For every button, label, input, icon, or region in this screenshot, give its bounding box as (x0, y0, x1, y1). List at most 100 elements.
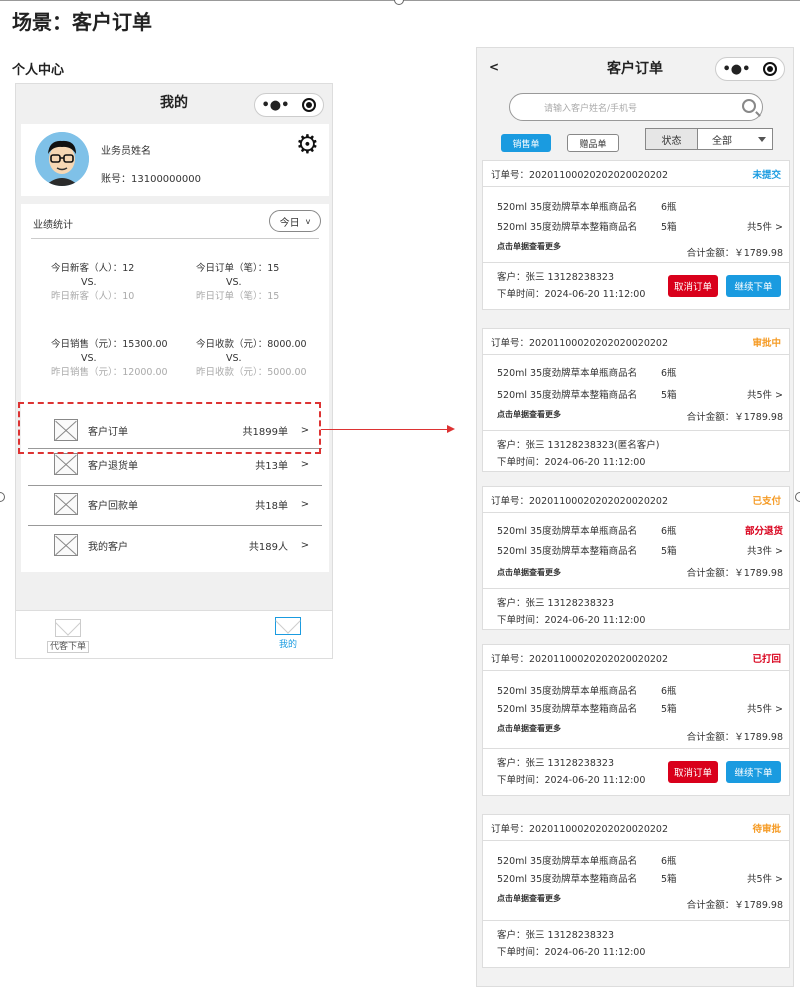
envelope-icon (55, 619, 81, 637)
order-footer: 客户：张三 13128238323 下单时间：2024-06-20 11:12:… (483, 921, 789, 967)
view-more-link[interactable]: 点击单据查看更多 (497, 409, 561, 420)
tab-sales-orders[interactable]: 销售单 (501, 134, 551, 152)
order-time: 下单时间：2024-06-20 11:12:00 (497, 775, 646, 786)
item-name: 520ml 35度劲牌草本整箱商品名 (497, 222, 638, 233)
scene-title: 场景：客户订单 (12, 10, 152, 34)
tab-mine[interactable]: 我的 (270, 617, 306, 650)
search-icon[interactable] (742, 99, 756, 113)
tab-gift-orders[interactable]: 赠品单 (567, 134, 619, 152)
item-total[interactable]: 共5件 > (747, 219, 783, 233)
item-total[interactable]: 共3件 > (747, 543, 783, 557)
order-customer: 客户：张三 13128238323 (497, 758, 615, 769)
order-customer: 客户：张三 13128238323 (497, 930, 615, 941)
cancel-order-button[interactable]: 取消订单 (668, 761, 718, 783)
order-time: 下单时间：2024-06-20 11:12:00 (497, 289, 646, 300)
sub-status-badge: 部分退货 (744, 526, 783, 537)
order-time: 下单时间：2024-06-20 11:12:00 (497, 947, 646, 958)
order-footer: 客户：张三 13128238323 下单时间：2024-06-20 11:12:… (483, 589, 789, 635)
section-label: 个人中心 (12, 63, 65, 78)
item-name: 520ml 35度劲牌草本整箱商品名 (497, 704, 638, 715)
order-sum: 合计金额：￥1789.98 (686, 900, 783, 911)
order-card[interactable]: 订单号：20201100020202020020202 审批中 520ml 35… (482, 328, 790, 472)
range-dropdown[interactable]: 今日 v (269, 210, 321, 232)
order-card[interactable]: 订单号：20201100020202020020202 已支付 520ml 35… (482, 486, 790, 630)
image-placeholder-icon (54, 493, 78, 515)
menu-my-customers[interactable]: 我的客户 共189人 > (26, 525, 322, 565)
avatar (35, 132, 89, 186)
item-name: 520ml 35度劲牌草本单瓶商品名 (497, 368, 638, 379)
profile-screen: 我的 •●• 业务员姓名 账号：13100000000 ⚙ 业绩统计 今日 v … (15, 83, 333, 659)
item-qty: 6瓶 (661, 686, 677, 697)
continue-order-button[interactable]: 继续下单 (726, 275, 781, 297)
order-footer: 客户：张三 13128238323(匿名客户) 下单时间：2024-06-20 … (483, 431, 789, 477)
mini-program-capsule[interactable]: •●• (254, 93, 324, 117)
menu-label: 客户退货单 (88, 460, 138, 472)
menu-count: 共189人 (248, 541, 288, 553)
order-time: 下单时间：2024-06-20 11:12:00 (497, 457, 646, 468)
flow-arrow-head (447, 425, 455, 433)
menu-count: 共18单 (255, 500, 288, 512)
cancel-order-button[interactable]: 取消订单 (668, 275, 718, 297)
item-qty: 6瓶 (661, 526, 677, 537)
continue-order-button[interactable]: 继续下单 (726, 761, 781, 783)
menu-label: 我的客户 (88, 541, 128, 553)
order-card[interactable]: 订单号：20201100020202020020202 待审批 520ml 35… (482, 814, 790, 968)
status-badge: 已打回 (752, 653, 781, 665)
order-items: 520ml 35度劲牌草本单瓶商品名 6瓶 520ml 35度劲牌草本整箱商品名… (483, 187, 789, 263)
stat-yesterday: 昨日新客（人）：10 (51, 291, 135, 302)
search-input[interactable]: 请输入客户姓名/手机号 (509, 93, 763, 121)
item-name: 520ml 35度劲牌草本单瓶商品名 (497, 526, 638, 537)
order-header: 订单号：20201100020202020020202 已支付 (483, 487, 789, 513)
handle-dot (795, 492, 800, 502)
stat-yesterday: 昨日销售（元）：12000.00 (51, 367, 168, 378)
stat-vs: VS. (226, 353, 242, 364)
filter-select[interactable]: 全部 (698, 129, 772, 149)
close-circle-icon[interactable] (302, 98, 317, 112)
view-more-link[interactable]: 点击单据查看更多 (497, 723, 561, 734)
order-items: 520ml 35度劲牌草本单瓶商品名 6瓶 520ml 35度劲牌草本整箱商品名… (483, 841, 789, 921)
more-dots-icon[interactable]: •●• (262, 98, 290, 113)
filter-label: 状态 (646, 129, 698, 149)
order-header: 订单号：20201100020202020020202 已打回 (483, 645, 789, 671)
gear-icon[interactable]: ⚙ (296, 132, 319, 158)
stat-yesterday: 昨日收款（元）：5000.00 (196, 367, 307, 378)
status-filter[interactable]: 状态 全部 (645, 128, 773, 150)
order-items: 520ml 35度劲牌草本单瓶商品名 6瓶 部分退货 520ml 35度劲牌草本… (483, 513, 789, 589)
view-more-link[interactable]: 点击单据查看更多 (497, 567, 561, 578)
item-qty: 6瓶 (661, 856, 677, 867)
order-footer: 客户：张三 13128238323 下单时间：2024-06-20 11:12:… (483, 263, 789, 309)
order-sum: 合计金额：￥1789.98 (686, 412, 783, 423)
status-badge: 待审批 (752, 823, 781, 835)
back-button[interactable]: < (489, 60, 499, 74)
order-card[interactable]: 订单号：20201100020202020020202 已打回 520ml 35… (482, 644, 790, 796)
item-qty: 5箱 (661, 222, 677, 233)
menu-label: 客户回款单 (88, 500, 138, 512)
item-total[interactable]: 共5件 > (747, 387, 783, 401)
item-qty: 5箱 (661, 390, 677, 401)
order-card[interactable]: 订单号：20201100020202020020202 未提交 520ml 35… (482, 160, 790, 310)
menu-customer-payments[interactable]: 客户回款单 共18单 > (26, 484, 322, 524)
divider (31, 238, 319, 239)
tab-order-for-customer[interactable]: 代客下单 (42, 619, 94, 653)
item-total[interactable]: 共5件 > (747, 871, 783, 885)
order-sum: 合计金额：￥1789.98 (686, 732, 783, 743)
view-more-link[interactable]: 点击单据查看更多 (497, 893, 561, 904)
menu-count: 共13单 (255, 460, 288, 472)
customer-orders-screen: < 客户订单 •●• 请输入客户姓名/手机号 销售单 赠品单 状态 全部 订单号… (476, 47, 794, 987)
more-dots-icon[interactable]: •●• (723, 62, 751, 77)
handle-dot (394, 0, 404, 5)
item-qty: 6瓶 (661, 202, 677, 213)
order-header: 订单号：20201100020202020020202 未提交 (483, 161, 789, 187)
highlight-box (18, 402, 321, 454)
order-customer: 客户：张三 13128238323 (497, 272, 615, 283)
item-total[interactable]: 共5件 > (747, 701, 783, 715)
close-circle-icon[interactable] (763, 62, 778, 76)
mini-program-capsule[interactable]: •●• (715, 57, 785, 81)
handle-dot (0, 492, 5, 502)
tab-label: 代客下单 (46, 641, 89, 653)
order-items: 520ml 35度劲牌草本单瓶商品名 6瓶 520ml 35度劲牌草本整箱商品名… (483, 671, 789, 749)
user-card: 业务员姓名 账号：13100000000 ⚙ (21, 124, 329, 196)
view-more-link[interactable]: 点击单据查看更多 (497, 241, 561, 252)
item-qty: 5箱 (661, 874, 677, 885)
item-name: 520ml 35度劲牌草本整箱商品名 (497, 390, 638, 401)
